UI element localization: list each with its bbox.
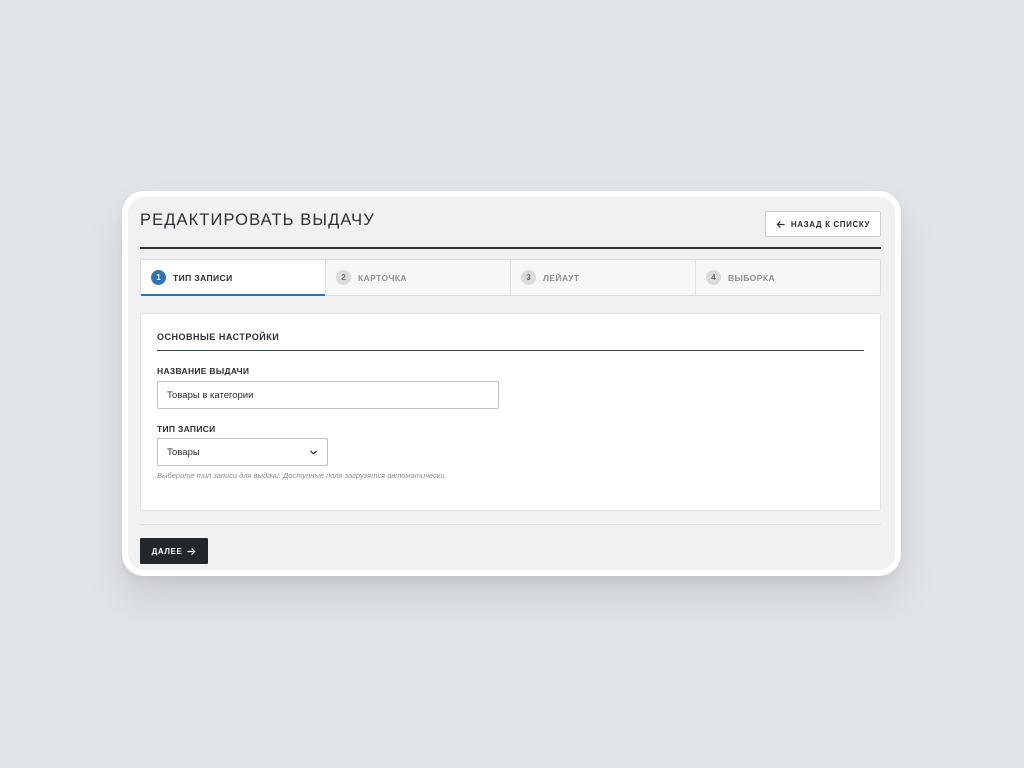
editor-window: РЕДАКТИРОВАТЬ ВЫДАЧУ НАЗАД К СПИСКУ 1 ТИ… bbox=[128, 197, 895, 570]
step-label: ВЫБОРКА bbox=[728, 272, 775, 283]
back-to-list-button[interactable]: НАЗАД К СПИСКУ bbox=[765, 211, 881, 237]
basic-settings-panel: ОСНОВНЫЕ НАСТРОЙКИ НАЗВАНИЕ ВЫДАЧИ ТИП З… bbox=[140, 313, 881, 511]
section-divider bbox=[157, 350, 864, 351]
step-layout[interactable]: 3 ЛЕЙАУТ bbox=[511, 260, 696, 295]
next-button[interactable]: ДАЛЕЕ bbox=[140, 538, 208, 564]
arrow-left-icon bbox=[776, 220, 785, 228]
select-value: Товары bbox=[167, 446, 200, 458]
page-header: РЕДАКТИРОВАТЬ ВЫДАЧУ НАЗАД К СПИСКУ bbox=[140, 203, 881, 249]
step-card[interactable]: 2 КАРТОЧКА bbox=[326, 260, 511, 295]
type-field-label: ТИП ЗАПИСИ bbox=[157, 424, 216, 434]
step-selection[interactable]: 4 ВЫБОРКА bbox=[696, 260, 880, 295]
step-number: 3 bbox=[521, 270, 536, 285]
step-label: ЛЕЙАУТ bbox=[543, 272, 580, 283]
back-button-label: НАЗАД К СПИСКУ bbox=[790, 219, 871, 229]
type-help-text: Выберите тип записи для выдачи. Доступны… bbox=[157, 471, 447, 480]
name-field-label: НАЗВАНИЕ ВЫДАЧИ bbox=[157, 366, 250, 376]
page-title: РЕДАКТИРОВАТЬ ВЫДАЧУ bbox=[140, 211, 375, 229]
step-record-type[interactable]: 1 ТИП ЗАПИСИ bbox=[141, 260, 326, 296]
step-number: 2 bbox=[336, 270, 351, 285]
step-number: 1 bbox=[151, 270, 166, 285]
section-title: ОСНОВНЫЕ НАСТРОЙКИ bbox=[157, 332, 280, 342]
arrow-right-icon bbox=[187, 547, 196, 555]
name-input[interactable] bbox=[157, 381, 499, 409]
chevron-down-icon bbox=[310, 450, 317, 454]
footer-divider bbox=[140, 524, 881, 525]
wizard-steps: 1 ТИП ЗАПИСИ 2 КАРТОЧКА 3 ЛЕЙАУТ 4 ВЫБОР… bbox=[140, 259, 881, 296]
step-number: 4 bbox=[706, 270, 721, 285]
next-button-label: ДАЛЕЕ bbox=[151, 546, 183, 556]
step-label: КАРТОЧКА bbox=[358, 272, 407, 283]
step-label: ТИП ЗАПИСИ bbox=[173, 272, 233, 283]
record-type-select[interactable]: Товары bbox=[157, 438, 328, 466]
app-frame: РЕДАКТИРОВАТЬ ВЫДАЧУ НАЗАД К СПИСКУ 1 ТИ… bbox=[122, 191, 901, 576]
